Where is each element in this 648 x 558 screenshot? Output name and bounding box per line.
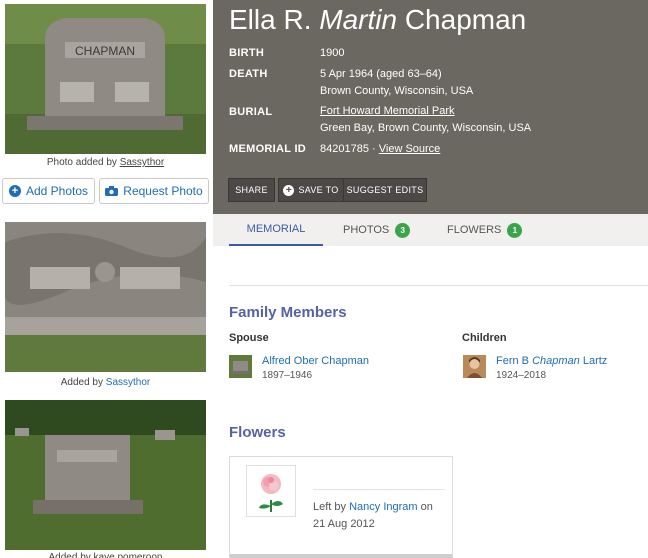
photo-main-caption-user[interactable]: Sassythor bbox=[120, 157, 164, 168]
name-maiden: Martin bbox=[319, 4, 398, 35]
headstone-photo-cemetery-image bbox=[5, 400, 206, 550]
view-source-link[interactable]: View Source bbox=[379, 143, 441, 155]
tab-memorial[interactable]: MEMORIAL bbox=[229, 214, 323, 246]
spouse-years: 1897–1946 bbox=[262, 370, 313, 381]
plus-circle-icon: + bbox=[283, 184, 295, 196]
photo-cemetery-caption: Added by kaye pomeroon bbox=[48, 552, 163, 558]
save-to-button[interactable]: + SAVE TO bbox=[278, 178, 344, 202]
child-avatar[interactable] bbox=[463, 355, 486, 378]
photo-closeup-caption: Added by Sassythor bbox=[5, 377, 206, 388]
photo-main-caption-prefix: Photo added by bbox=[46, 157, 117, 168]
content-separator bbox=[229, 285, 648, 286]
death-value: 5 Apr 1964 (aged 63–64) bbox=[320, 68, 442, 80]
tab-photos-label: PHOTOS bbox=[343, 224, 390, 236]
name-last: Chapman bbox=[404, 4, 527, 35]
child-first: Fern B bbox=[496, 355, 530, 367]
burial-cemetery-link[interactable]: Fort Howard Memorial Park bbox=[320, 103, 454, 119]
flower-left-by: Left by Nancy Ingram on bbox=[313, 499, 433, 515]
spouse-name-link[interactable]: Alfred Ober Chapman bbox=[262, 355, 369, 367]
birth-value: 1900 bbox=[320, 47, 345, 59]
children-heading: Children bbox=[462, 332, 507, 344]
child-maiden: Chapman bbox=[532, 355, 580, 367]
flower-date: 21 Aug 2012 bbox=[313, 518, 375, 530]
memorial-id-row: 84201785 · View Source bbox=[320, 141, 440, 157]
headstone-photo-main-image: CHAPMAN bbox=[5, 4, 206, 154]
request-photo-label: Request Photo bbox=[123, 184, 203, 198]
headstone-photo-closeup[interactable] bbox=[5, 222, 206, 372]
spouse-heading: Spouse bbox=[229, 332, 269, 344]
name-first: Ella R. bbox=[229, 4, 312, 35]
memorial-id-value: 84201785 bbox=[320, 143, 369, 155]
add-photos-button[interactable]: + Add Photos bbox=[2, 178, 95, 204]
suggest-edits-label: SUGGEST EDITS bbox=[346, 185, 424, 195]
child-avatar-image bbox=[463, 355, 486, 378]
child-name-link[interactable]: Fern B Chapman Lartz bbox=[496, 355, 607, 367]
tab-flowers[interactable]: FLOWERS 1 bbox=[447, 214, 523, 246]
svg-text:CHAPMAN: CHAPMAN bbox=[75, 44, 135, 58]
tab-photos[interactable]: PHOTOS 3 bbox=[343, 214, 411, 246]
memorial-id-separator: · bbox=[372, 143, 376, 155]
share-label: SHARE bbox=[235, 185, 268, 195]
photo-main-caption: Photo added by Sassythor bbox=[5, 157, 206, 168]
headstone-photo-main[interactable]: CHAPMAN bbox=[5, 4, 206, 154]
flower-card-divider bbox=[313, 489, 445, 490]
photo-closeup-caption-user[interactable]: Sassythor bbox=[106, 377, 150, 388]
death-place: Brown County, Wisconsin, USA bbox=[320, 85, 474, 97]
left-by-on: on bbox=[420, 501, 433, 513]
photos-count-badge: 3 bbox=[395, 222, 411, 238]
request-photo-button[interactable]: Request Photo bbox=[99, 178, 209, 204]
spouse-avatar-image bbox=[229, 355, 252, 378]
child-last: Lartz bbox=[582, 355, 608, 367]
burial-cemetery[interactable]: Fort Howard Memorial Park bbox=[320, 105, 454, 117]
family-members-heading: Family Members bbox=[229, 304, 347, 321]
headstone-photo-cemetery[interactable] bbox=[5, 400, 206, 550]
headstone-photo-closeup-image bbox=[5, 222, 206, 372]
flowers-count-badge: 1 bbox=[507, 222, 523, 238]
birth-label: BIRTH bbox=[229, 47, 265, 59]
pink-rose-icon bbox=[247, 466, 295, 516]
camera-icon bbox=[105, 186, 119, 196]
death-label: DEATH bbox=[229, 68, 268, 80]
left-by-user[interactable]: Nancy Ingram bbox=[349, 501, 417, 513]
save-to-label: SAVE TO bbox=[298, 185, 339, 195]
burial-label: BURIAL bbox=[229, 106, 273, 118]
add-photos-label: Add Photos bbox=[25, 184, 89, 198]
suggest-edits-button[interactable]: SUGGEST EDITS bbox=[343, 178, 427, 202]
memorial-name: Ella R. Martin Chapman bbox=[229, 4, 526, 36]
memorial-id-label: MEMORIAL ID bbox=[229, 143, 307, 155]
spouse-avatar[interactable] bbox=[229, 355, 252, 378]
plus-circle-icon: + bbox=[8, 185, 21, 197]
tab-memorial-label: MEMORIAL bbox=[246, 223, 306, 235]
burial-place: Green Bay, Brown County, Wisconsin, USA bbox=[320, 122, 532, 134]
share-button[interactable]: SHARE bbox=[228, 178, 275, 202]
flower-image bbox=[246, 465, 296, 517]
flowers-heading: Flowers bbox=[229, 424, 286, 441]
left-by-prefix: Left by bbox=[313, 501, 347, 513]
child-years: 1924–2018 bbox=[496, 370, 547, 381]
photo-closeup-caption-prefix: Added by bbox=[60, 377, 103, 388]
tab-flowers-label: FLOWERS bbox=[447, 224, 502, 236]
